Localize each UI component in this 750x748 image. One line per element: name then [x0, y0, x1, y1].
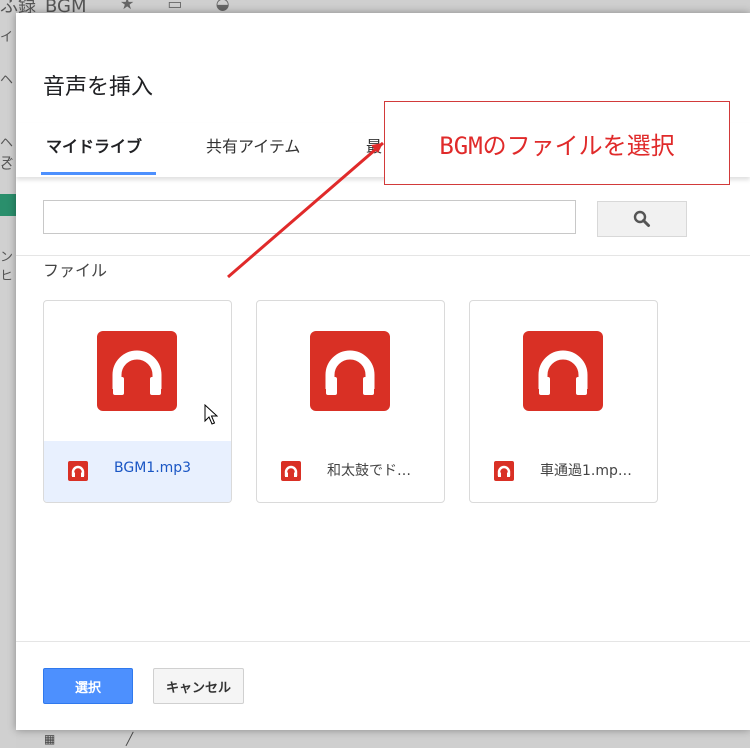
file-footer: 和太鼓でド…: [257, 441, 444, 502]
divider: [16, 255, 750, 256]
background-fragment: ヘ: [0, 73, 14, 88]
search-button[interactable]: [597, 201, 687, 237]
search-icon: [633, 210, 650, 227]
grid-icon: ▦: [44, 732, 56, 746]
active-tab-indicator: [41, 172, 156, 175]
file-footer: 車通過1.mp…: [470, 441, 657, 502]
background-fragment: イ: [0, 30, 14, 45]
background-fragment: ンヒ: [0, 250, 14, 284]
file-footer: BGM1.mp3: [44, 441, 231, 502]
background-toolbar: ふ録_BGM ★ ▭ ◒: [0, 0, 750, 17]
file-card[interactable]: 和太鼓でド…: [256, 300, 445, 503]
background-fragment: ご: [0, 158, 14, 173]
headphones-icon: [523, 331, 603, 411]
file-card[interactable]: BGM1.mp3: [43, 300, 232, 503]
file-name: 車通過1.mp…: [540, 463, 632, 479]
headphones-icon: [97, 331, 177, 411]
file-name: BGM1.mp3: [114, 460, 192, 476]
tab-my-drive[interactable]: マイドライブ: [46, 133, 142, 157]
search-input[interactable]: [43, 200, 576, 234]
headphones-icon: [310, 331, 390, 411]
divider: [16, 641, 750, 642]
cancel-button[interactable]: キャンセル: [153, 668, 244, 704]
background-bottom-bar: ▦ ╱: [16, 730, 750, 748]
background-side-panel: イ ヘ ヘス ご ンヒ: [0, 14, 16, 748]
file-thumbnail: [257, 301, 444, 441]
star-icon: ★ ▭ ◒: [120, 0, 244, 13]
tab-recent[interactable]: 最: [366, 133, 382, 157]
headphones-icon: [281, 461, 301, 481]
headphones-icon: [494, 461, 514, 481]
headphones-icon: [68, 461, 88, 481]
section-label-files: ファイル: [43, 261, 108, 280]
file-thumbnail: [44, 301, 231, 441]
file-name: 和太鼓でド…: [327, 463, 411, 479]
dialog-title: 音声を挿入: [43, 75, 154, 100]
mouse-cursor-icon: [204, 404, 218, 425]
file-thumbnail: [470, 301, 657, 441]
tab-shared-items[interactable]: 共有アイテム: [206, 133, 300, 157]
select-button[interactable]: 選択: [43, 668, 133, 704]
annotation-callout: BGMのファイルを選択: [384, 101, 730, 185]
file-card[interactable]: 車通過1.mp…: [469, 300, 658, 503]
background-green-bar: [0, 194, 16, 216]
pen-icon: ╱: [126, 732, 134, 746]
